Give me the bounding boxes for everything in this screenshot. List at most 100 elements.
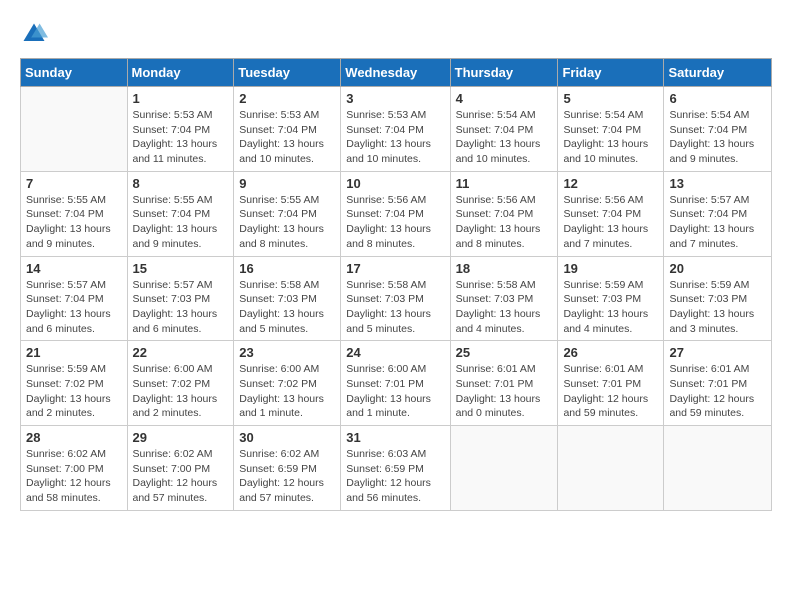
calendar-week-row: 21 Sunrise: 5:59 AM Sunset: 7:02 PM Dayli… xyxy=(21,341,772,426)
day-number: 21 xyxy=(26,345,122,360)
day-info: Sunrise: 5:53 AM Sunset: 7:04 PM Dayligh… xyxy=(239,108,335,167)
calendar-week-row: 1 Sunrise: 5:53 AM Sunset: 7:04 PM Daylig… xyxy=(21,87,772,172)
day-info: Sunrise: 5:59 AM Sunset: 7:03 PM Dayligh… xyxy=(669,278,766,337)
calendar-cell: 11 Sunrise: 5:56 AM Sunset: 7:04 PM Dayli… xyxy=(450,171,558,256)
calendar-day-header: Sunday xyxy=(21,59,128,87)
day-info: Sunrise: 5:58 AM Sunset: 7:03 PM Dayligh… xyxy=(456,278,553,337)
day-number: 30 xyxy=(239,430,335,445)
calendar-day-header: Monday xyxy=(127,59,234,87)
day-info: Sunrise: 6:01 AM Sunset: 7:01 PM Dayligh… xyxy=(669,362,766,421)
calendar-cell: 6Sunrise: 5:54 AM Sunset: 7:04 PM Daylig… xyxy=(664,87,772,172)
calendar-cell: 16 Sunrise: 5:58 AM Sunset: 7:03 PM Dayli… xyxy=(234,256,341,341)
calendar-header-row: SundayMondayTuesdayWednesdayThursdayFrid… xyxy=(21,59,772,87)
logo-icon xyxy=(20,20,48,48)
day-info: Sunrise: 5:53 AM Sunset: 7:04 PM Dayligh… xyxy=(346,108,444,167)
calendar-day-header: Tuesday xyxy=(234,59,341,87)
day-info: Sunrise: 5:59 AM Sunset: 7:03 PM Dayligh… xyxy=(563,278,658,337)
day-info: Sunrise: 5:57 AM Sunset: 7:04 PM Dayligh… xyxy=(669,193,766,252)
day-number: 14 xyxy=(26,261,122,276)
calendar-cell: 12Sunrise: 5:56 AM Sunset: 7:04 PM Dayli… xyxy=(558,171,664,256)
calendar-cell xyxy=(21,87,128,172)
calendar-cell: 5Sunrise: 5:54 AM Sunset: 7:04 PM Daylig… xyxy=(558,87,664,172)
day-number: 19 xyxy=(563,261,658,276)
day-info: Sunrise: 5:56 AM Sunset: 7:04 PM Dayligh… xyxy=(346,193,444,252)
calendar-cell: 18 Sunrise: 5:58 AM Sunset: 7:03 PM Dayli… xyxy=(450,256,558,341)
day-number: 5 xyxy=(563,91,658,106)
calendar-cell: 3Sunrise: 5:53 AM Sunset: 7:04 PM Daylig… xyxy=(341,87,450,172)
calendar-day-header: Wednesday xyxy=(341,59,450,87)
calendar-cell: 10 Sunrise: 5:56 AM Sunset: 7:04 PM Dayli… xyxy=(341,171,450,256)
calendar-cell: 1 Sunrise: 5:53 AM Sunset: 7:04 PM Daylig… xyxy=(127,87,234,172)
day-number: 2 xyxy=(239,91,335,106)
day-info: Sunrise: 5:59 AM Sunset: 7:02 PM Dayligh… xyxy=(26,362,122,421)
calendar-cell: 23 Sunrise: 6:00 AM Sunset: 7:02 PM Dayli… xyxy=(234,341,341,426)
day-info: Sunrise: 6:02 AM Sunset: 6:59 PM Dayligh… xyxy=(239,447,335,506)
calendar-week-row: 14 Sunrise: 5:57 AM Sunset: 7:04 PM Dayli… xyxy=(21,256,772,341)
calendar-cell: 21 Sunrise: 5:59 AM Sunset: 7:02 PM Dayli… xyxy=(21,341,128,426)
day-number: 11 xyxy=(456,176,553,191)
day-info: Sunrise: 5:55 AM Sunset: 7:04 PM Dayligh… xyxy=(26,193,122,252)
day-number: 20 xyxy=(669,261,766,276)
calendar-cell: 31Sunrise: 6:03 AM Sunset: 6:59 PM Dayli… xyxy=(341,426,450,511)
day-info: Sunrise: 5:55 AM Sunset: 7:04 PM Dayligh… xyxy=(239,193,335,252)
day-info: Sunrise: 6:02 AM Sunset: 7:00 PM Dayligh… xyxy=(133,447,229,506)
calendar-day-header: Thursday xyxy=(450,59,558,87)
day-number: 29 xyxy=(133,430,229,445)
calendar-cell: 25 Sunrise: 6:01 AM Sunset: 7:01 PM Dayli… xyxy=(450,341,558,426)
day-number: 1 xyxy=(133,91,229,106)
calendar-cell: 19 Sunrise: 5:59 AM Sunset: 7:03 PM Dayli… xyxy=(558,256,664,341)
day-number: 22 xyxy=(133,345,229,360)
day-number: 27 xyxy=(669,345,766,360)
calendar-cell: 30 Sunrise: 6:02 AM Sunset: 6:59 PM Dayli… xyxy=(234,426,341,511)
calendar-week-row: 7 Sunrise: 5:55 AM Sunset: 7:04 PM Daylig… xyxy=(21,171,772,256)
logo xyxy=(20,20,52,48)
day-number: 17 xyxy=(346,261,444,276)
calendar-cell: 4 Sunrise: 5:54 AM Sunset: 7:04 PM Daylig… xyxy=(450,87,558,172)
calendar-day-header: Saturday xyxy=(664,59,772,87)
calendar-table: SundayMondayTuesdayWednesdayThursdayFrid… xyxy=(20,58,772,511)
day-info: Sunrise: 6:00 AM Sunset: 7:02 PM Dayligh… xyxy=(133,362,229,421)
day-number: 13 xyxy=(669,176,766,191)
calendar-cell: 7 Sunrise: 5:55 AM Sunset: 7:04 PM Daylig… xyxy=(21,171,128,256)
day-number: 10 xyxy=(346,176,444,191)
day-info: Sunrise: 6:01 AM Sunset: 7:01 PM Dayligh… xyxy=(563,362,658,421)
calendar-cell: 27 Sunrise: 6:01 AM Sunset: 7:01 PM Dayli… xyxy=(664,341,772,426)
day-number: 24 xyxy=(346,345,444,360)
day-info: Sunrise: 5:57 AM Sunset: 7:03 PM Dayligh… xyxy=(133,278,229,337)
day-number: 25 xyxy=(456,345,553,360)
day-info: Sunrise: 6:00 AM Sunset: 7:02 PM Dayligh… xyxy=(239,362,335,421)
calendar-cell xyxy=(664,426,772,511)
day-info: Sunrise: 5:58 AM Sunset: 7:03 PM Dayligh… xyxy=(239,278,335,337)
calendar-cell: 24Sunrise: 6:00 AM Sunset: 7:01 PM Dayli… xyxy=(341,341,450,426)
calendar-cell: 14 Sunrise: 5:57 AM Sunset: 7:04 PM Dayli… xyxy=(21,256,128,341)
day-info: Sunrise: 6:01 AM Sunset: 7:01 PM Dayligh… xyxy=(456,362,553,421)
day-info: Sunrise: 5:57 AM Sunset: 7:04 PM Dayligh… xyxy=(26,278,122,337)
day-info: Sunrise: 5:58 AM Sunset: 7:03 PM Dayligh… xyxy=(346,278,444,337)
calendar-cell xyxy=(450,426,558,511)
day-number: 18 xyxy=(456,261,553,276)
day-number: 4 xyxy=(456,91,553,106)
calendar-cell: 15 Sunrise: 5:57 AM Sunset: 7:03 PM Dayli… xyxy=(127,256,234,341)
day-info: Sunrise: 5:56 AM Sunset: 7:04 PM Dayligh… xyxy=(456,193,553,252)
day-info: Sunrise: 5:53 AM Sunset: 7:04 PM Dayligh… xyxy=(133,108,229,167)
calendar-cell: 26 Sunrise: 6:01 AM Sunset: 7:01 PM Dayli… xyxy=(558,341,664,426)
day-number: 28 xyxy=(26,430,122,445)
day-number: 26 xyxy=(563,345,658,360)
day-info: Sunrise: 5:54 AM Sunset: 7:04 PM Dayligh… xyxy=(456,108,553,167)
day-number: 23 xyxy=(239,345,335,360)
day-info: Sunrise: 6:02 AM Sunset: 7:00 PM Dayligh… xyxy=(26,447,122,506)
page-header xyxy=(20,20,772,48)
day-number: 12 xyxy=(563,176,658,191)
day-number: 15 xyxy=(133,261,229,276)
day-number: 9 xyxy=(239,176,335,191)
day-number: 8 xyxy=(133,176,229,191)
calendar-week-row: 28 Sunrise: 6:02 AM Sunset: 7:00 PM Dayli… xyxy=(21,426,772,511)
calendar-cell: 8Sunrise: 5:55 AM Sunset: 7:04 PM Daylig… xyxy=(127,171,234,256)
day-number: 16 xyxy=(239,261,335,276)
calendar-cell: 9 Sunrise: 5:55 AM Sunset: 7:04 PM Daylig… xyxy=(234,171,341,256)
day-number: 31 xyxy=(346,430,444,445)
calendar-cell: 28 Sunrise: 6:02 AM Sunset: 7:00 PM Dayli… xyxy=(21,426,128,511)
calendar-cell: 17 Sunrise: 5:58 AM Sunset: 7:03 PM Dayli… xyxy=(341,256,450,341)
calendar-cell: 29 Sunrise: 6:02 AM Sunset: 7:00 PM Dayli… xyxy=(127,426,234,511)
day-number: 7 xyxy=(26,176,122,191)
